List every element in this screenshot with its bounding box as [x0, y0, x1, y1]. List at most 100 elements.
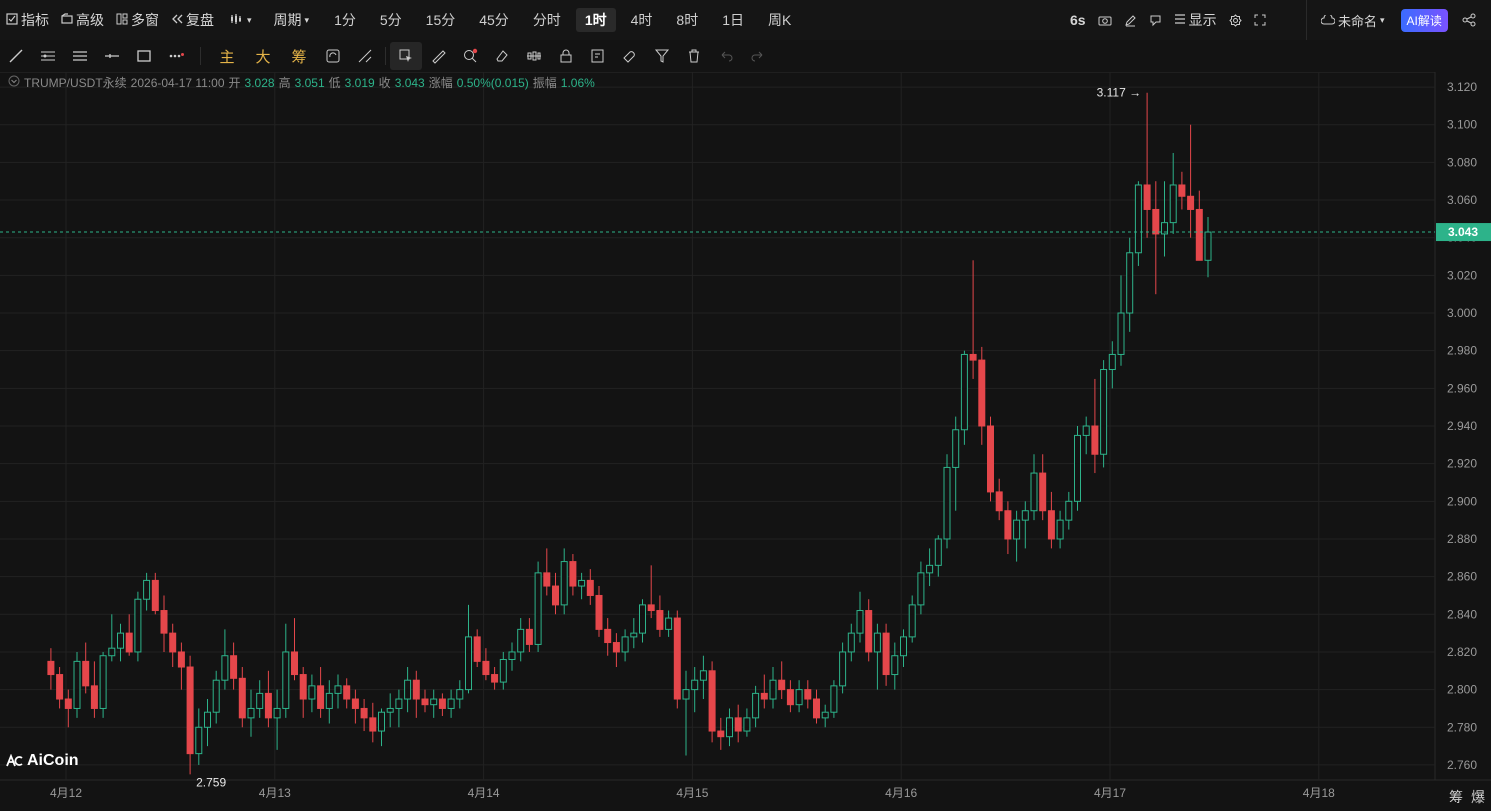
zoom-icon[interactable] — [454, 42, 486, 70]
candle-body — [639, 604, 646, 634]
rectangle-icon[interactable] — [128, 42, 160, 70]
undo-icon[interactable] — [710, 42, 742, 70]
candle-body — [177, 651, 185, 668]
candle-body — [195, 726, 203, 755]
liquidation-button[interactable]: 爆 — [1471, 787, 1485, 807]
camera-icon[interactable] — [1092, 8, 1118, 32]
candle-body — [604, 628, 612, 644]
multi-window-button[interactable]: 多窗 — [110, 8, 165, 32]
candle-body — [586, 579, 594, 596]
large-order-tool[interactable]: 大 — [245, 46, 281, 67]
ruler-icon[interactable] — [422, 42, 454, 70]
candle-body — [569, 561, 577, 587]
candle-body — [447, 698, 455, 709]
drawing-toolbar: 主 大 筹 — [0, 40, 1491, 73]
price-tick-label: 3.060 — [1447, 193, 1477, 207]
candle-body — [456, 689, 464, 700]
period-timeshare[interactable]: 分时 — [524, 8, 570, 32]
chart-type-button[interactable]: ▾ — [224, 8, 258, 32]
price-tick-label: 3.000 — [1447, 306, 1477, 320]
low-label: 低 — [328, 76, 341, 90]
export-icon[interactable] — [1143, 8, 1168, 32]
fullscreen-icon[interactable] — [1248, 8, 1272, 32]
grid-icon — [116, 12, 128, 28]
chip-tool[interactable]: 筹 — [281, 46, 317, 67]
magnet-icon[interactable] — [614, 42, 646, 70]
ai-interpret-button[interactable]: AI解读 — [1400, 8, 1448, 32]
pattern-icon[interactable] — [518, 42, 550, 70]
price-tick-label: 2.960 — [1447, 381, 1477, 395]
more-tools-icon[interactable] — [160, 42, 192, 70]
trash-icon[interactable] — [678, 42, 710, 70]
candle-body — [621, 636, 629, 653]
candle-body — [856, 610, 864, 634]
advanced-button[interactable]: 高级 — [55, 8, 110, 32]
candle-body — [987, 425, 994, 493]
cursor-select-icon[interactable] — [390, 42, 422, 70]
indicator-button[interactable]: 指标 — [0, 8, 55, 32]
lock-icon[interactable] — [550, 42, 582, 70]
candle-body — [186, 666, 194, 755]
candle-body — [813, 698, 820, 719]
period-dropdown[interactable]: 周期 ▾ — [268, 8, 316, 32]
share-icon[interactable] — [1456, 8, 1482, 32]
period-4h[interactable]: 4时 — [622, 8, 662, 32]
candle-body — [1187, 195, 1195, 210]
price-tick-label: 3.020 — [1447, 268, 1477, 282]
chip-distribution-button[interactable]: 筹 — [1449, 787, 1463, 807]
candle-body — [82, 660, 90, 687]
close-value: 3.043 — [394, 75, 425, 90]
candle-body — [926, 564, 934, 574]
candle-body — [508, 651, 516, 660]
trendline-icon[interactable] — [0, 42, 32, 70]
period-45m[interactable]: 45分 — [470, 8, 518, 32]
advanced-label: 高级 — [76, 12, 104, 28]
candle-body — [786, 689, 794, 706]
horizontal-lines-icon[interactable] — [64, 42, 96, 70]
ohlc-info-bar: TRUMP/USDT永续 2026-04-17 11:00 开 3.028 高 3.… — [8, 74, 595, 91]
candle-body — [578, 579, 586, 587]
eraser-icon[interactable] — [486, 42, 518, 70]
candle-body — [282, 651, 290, 709]
candle-body — [273, 707, 281, 719]
candle-body — [873, 632, 881, 653]
collapse-icon[interactable] — [8, 75, 20, 90]
candle-body — [1108, 353, 1116, 371]
top-bar: 指标 高级 多窗 复盘 ▾ 周期 ▾ 1分 5分 15分 45分 分时 1时 4… — [0, 0, 1491, 41]
candle-body — [673, 617, 681, 700]
candle-body — [256, 692, 264, 709]
edit-icon[interactable] — [1118, 8, 1143, 32]
candle-body — [1100, 369, 1108, 455]
settings-icon[interactable] — [1223, 8, 1248, 32]
time-tick-label: 4月12 — [50, 786, 82, 800]
period-1m[interactable]: 1分 — [325, 8, 365, 32]
candle-body — [952, 429, 960, 468]
period-1h[interactable]: 1时 — [575, 8, 616, 32]
parallel-lines-icon[interactable] — [32, 42, 64, 70]
filter-icon[interactable] — [646, 42, 678, 70]
period-week[interactable]: 周K — [759, 8, 800, 32]
period-15m[interactable]: 15分 — [417, 8, 465, 32]
note-icon[interactable] — [582, 42, 614, 70]
period-1d[interactable]: 1日 — [713, 8, 753, 32]
change-label: 涨幅 — [428, 76, 453, 90]
display-button[interactable]: 显示 — [1168, 8, 1223, 32]
refresh-interval[interactable]: 6s — [1064, 8, 1092, 32]
candle-body — [221, 655, 229, 681]
main-chart-tool[interactable]: 主 — [209, 46, 245, 67]
layout-dropdown[interactable]: 未命名 ▾ — [1315, 8, 1391, 32]
open-value: 3.028 — [244, 75, 275, 90]
period-5m[interactable]: 5分 — [371, 8, 411, 32]
candle-body — [656, 610, 664, 630]
replay-button[interactable]: 复盘 — [165, 8, 220, 32]
candle-body — [1074, 434, 1081, 502]
ruler-cross-icon[interactable] — [349, 42, 381, 70]
candlestick-chart[interactable]: 3.1203.1003.0803.0603.0403.0203.0002.980… — [0, 72, 1491, 811]
period-8h[interactable]: 8时 — [667, 8, 707, 32]
candle-body — [1013, 519, 1021, 540]
sync-icon[interactable] — [317, 42, 349, 70]
candle-body — [830, 685, 838, 713]
candle-body — [752, 692, 760, 719]
horizontal-ray-icon[interactable] — [96, 42, 128, 70]
redo-icon[interactable] — [742, 42, 774, 70]
